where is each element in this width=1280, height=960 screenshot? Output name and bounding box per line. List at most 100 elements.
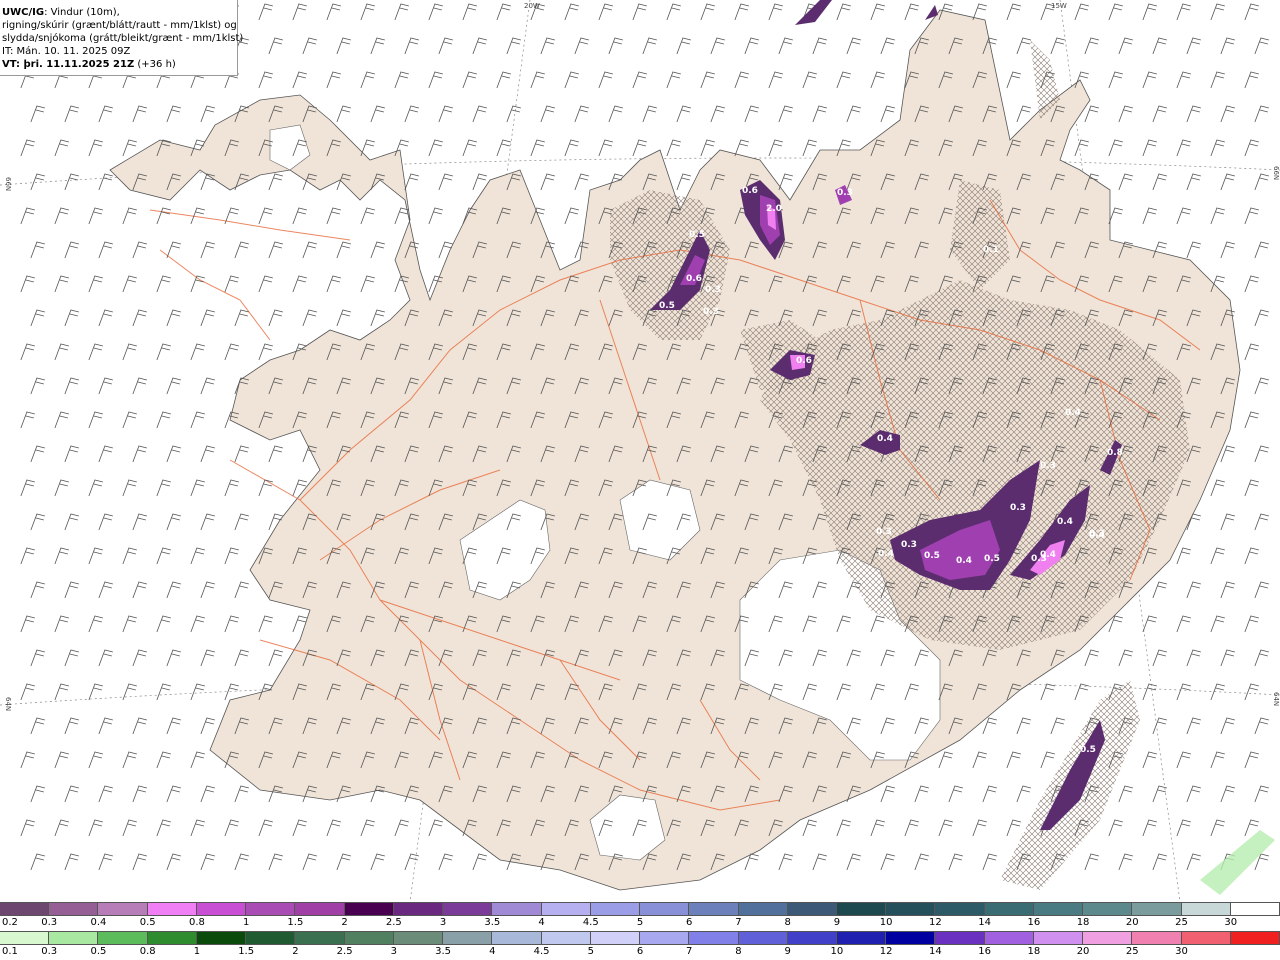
colorbar-label: 8 — [735, 946, 742, 957]
value-label: 0.6 — [686, 274, 702, 284]
value-label: 0.3 — [837, 188, 853, 198]
colorbar-label: 5 — [587, 946, 594, 957]
colorbar-segment — [393, 932, 444, 944]
colorbar-label: 0.8 — [188, 917, 205, 928]
lat-label-64n-right: 64N — [1272, 692, 1280, 706]
colorbar-segment — [787, 932, 837, 944]
colorbar-label: 0.1 — [2, 946, 18, 957]
colorbar-segment — [147, 903, 197, 915]
colorbar-label: 1.5 — [287, 917, 304, 928]
colorbar-label: 0.3 — [41, 917, 58, 928]
colorbar-label: 2 — [341, 917, 348, 928]
colorbar-label: 3 — [390, 946, 398, 957]
colorbar-segment — [541, 903, 591, 915]
colorbar-segment — [886, 932, 936, 944]
colorbar-label: 0.2 — [2, 917, 18, 928]
colorbar-segment — [738, 903, 788, 915]
colorbar-segment — [1181, 903, 1231, 915]
colorbar-label: 4.5 — [533, 946, 550, 957]
colorbar-segment — [196, 903, 247, 915]
colorbar-segment — [738, 932, 788, 944]
lat-label-66n-right: 66N — [1272, 166, 1280, 180]
colorbar-segment — [541, 932, 591, 944]
colorbar-segment — [246, 932, 296, 944]
colorbar-label: 4.5 — [582, 917, 599, 928]
colorbar-segment — [443, 932, 493, 944]
colorbar-label: 12 — [879, 946, 893, 957]
colorbar-label: 14 — [978, 917, 991, 928]
colorbar-label: 3.5 — [435, 946, 452, 957]
colorbar-segment — [295, 903, 345, 915]
colorbar-segment — [1230, 932, 1280, 944]
value-label: 0.3 — [1089, 529, 1105, 539]
colorbar-label: 14 — [929, 946, 942, 957]
value-label: 0.4 — [1057, 517, 1073, 527]
colorbar-label: 6 — [636, 946, 644, 957]
colorbar-segment — [787, 903, 837, 915]
colorbar-label: 4 — [489, 946, 496, 957]
title-line3: slydda/snjókoma (grátt/bleikt/grænt - mm… — [2, 33, 244, 44]
value-label: 0.4 — [877, 434, 893, 444]
rain-colorbar — [0, 931, 1280, 945]
forecast-offset: (+36 h) — [134, 59, 176, 70]
value-label: 0.6 — [742, 186, 758, 196]
colorbar-segment — [0, 932, 50, 944]
colorbar-label: 0.3 — [41, 946, 58, 957]
value-label: 0.4 — [1040, 550, 1056, 560]
colorbar-segment — [689, 903, 739, 915]
lat-label-66n-left: 66N — [4, 177, 12, 191]
colorbar-segment — [886, 903, 936, 915]
value-label: 0.6 — [796, 356, 812, 366]
rain-colorbar-labels: 0.1 0.3 0.5 0.8 1 1.5 2 2.5 3 3.5 4 4.5 5 6 7 8 9 10 12 14 1… — [0, 946, 1280, 958]
colorbar-label: 9 — [784, 946, 791, 957]
snow-colorbar — [0, 902, 1280, 916]
value-label: 0.4 — [956, 556, 972, 566]
snow-colorbar-labels: 0.2 0.3 0.4 0.5 0.8 1 1.5 2 2.5 3 3.5 4 4.5 5 6 7 8 9 10 12… — [0, 917, 1280, 929]
colorbar-segment — [1132, 932, 1182, 944]
colorbar-segment — [1132, 903, 1182, 915]
colorbar-label: 2 — [292, 946, 299, 957]
colorbar-segment — [1033, 932, 1084, 944]
colorbar-label: 18 — [1027, 946, 1041, 957]
colorbar-label: 25 — [1125, 946, 1139, 957]
value-label: 0.4 — [1065, 408, 1081, 418]
colorbar-segment — [984, 903, 1034, 915]
colorbar-label: 7 — [686, 946, 693, 957]
value-label: 0.4 — [878, 549, 894, 559]
colorbar-label: 4 — [538, 917, 545, 928]
lon-label-15w: 15W — [1051, 2, 1067, 10]
colorbar-segment — [344, 903, 394, 915]
model-tag: UWC/IG — [2, 7, 45, 18]
colorbar-label: 1.5 — [238, 946, 255, 957]
colorbar-segment — [246, 903, 296, 915]
colorbar-label: 30 — [1224, 917, 1238, 928]
colorbar-segment — [295, 932, 345, 944]
value-label: 0.5 — [689, 230, 705, 240]
colorbar-label: 20 — [1125, 917, 1139, 928]
colorbar-segment — [640, 932, 690, 944]
colorbar-label: 20 — [1076, 946, 1090, 957]
colorbar-segment — [492, 932, 542, 944]
colorbar-label: 5 — [636, 917, 644, 928]
value-label: 0.3 — [901, 540, 917, 550]
valid-time: VT: þri. 11.11.2025 21Z — [2, 59, 135, 70]
value-label: 0.3 — [1010, 503, 1026, 513]
colorbar-label: 25 — [1175, 917, 1188, 928]
colorbar-label: 16 — [1027, 917, 1041, 928]
colorbar-label: 2.5 — [385, 917, 402, 928]
colorbar-segment — [49, 932, 99, 944]
colorbar-label: 0.4 — [90, 917, 107, 928]
colorbar-label: 1 — [193, 946, 201, 957]
init-time: IT: Mán. 10. 11. 2025 09Z — [2, 46, 131, 57]
colorbar-label: 1 — [242, 917, 250, 928]
colorbar-segment — [393, 903, 444, 915]
colorbar-segment — [443, 903, 493, 915]
colorbar-segment — [1033, 903, 1084, 915]
map-title-box: UWC/IG: Vindur (10m), rigning/skúrir (gr… — [0, 0, 244, 76]
lon-label-20w: 20W — [524, 2, 540, 10]
value-label: 2.0 — [766, 204, 782, 214]
colorbar-segment — [196, 932, 247, 944]
value-label: 0.8 — [1107, 448, 1123, 458]
colorbar-segment — [689, 932, 739, 944]
colorbar-segment — [98, 932, 148, 944]
